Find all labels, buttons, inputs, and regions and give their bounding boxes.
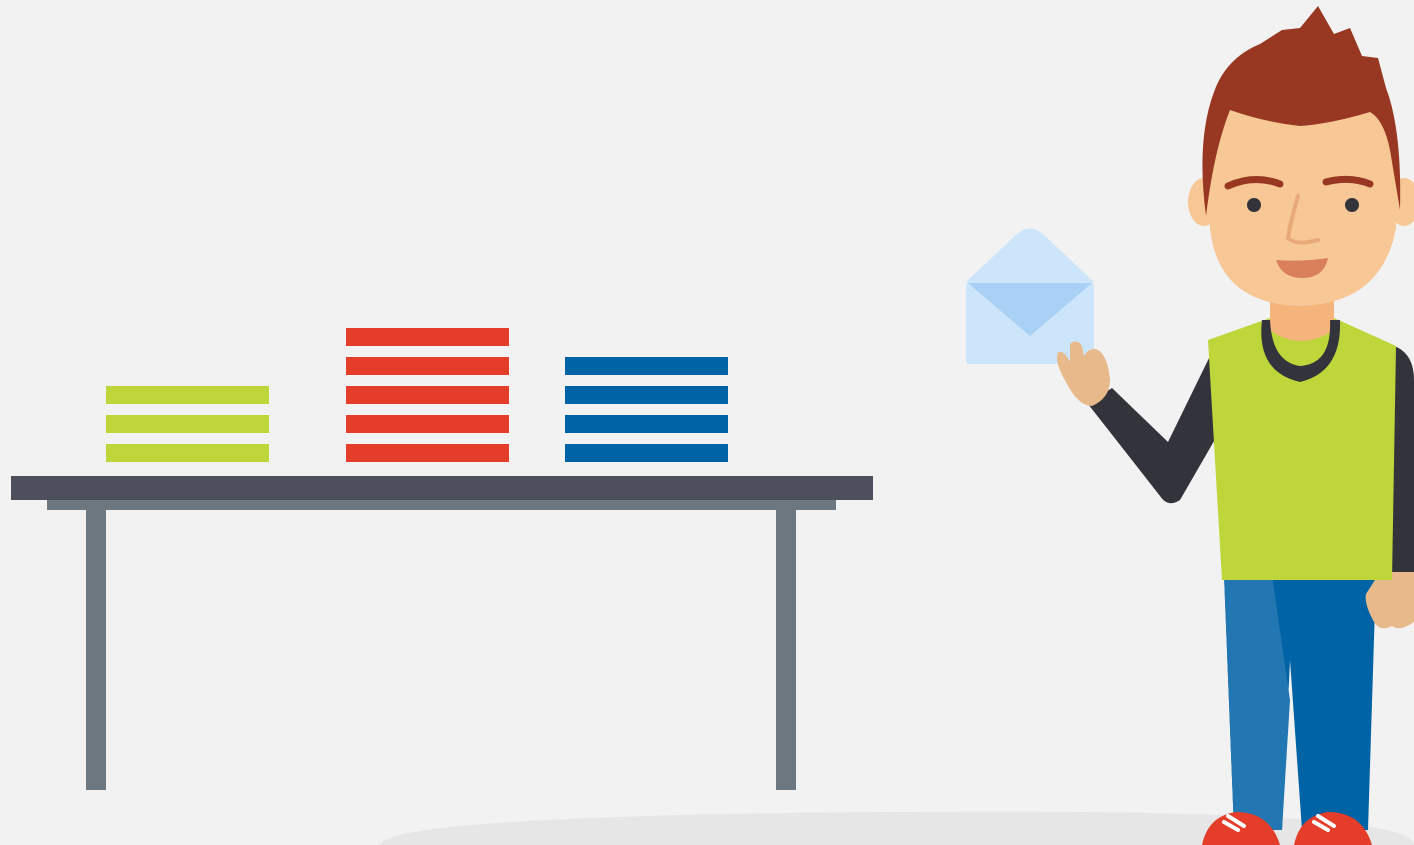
table-top xyxy=(11,476,873,500)
paper-sheet xyxy=(346,386,509,404)
neck xyxy=(1270,300,1334,341)
vest xyxy=(1208,318,1396,580)
paper-sheet xyxy=(346,415,509,433)
paper-sheet xyxy=(106,444,269,462)
table-leg-right xyxy=(776,510,796,790)
paper-sheet xyxy=(565,386,728,404)
paper-sheet xyxy=(565,357,728,375)
paper-sheet xyxy=(565,415,728,433)
paper-sheet xyxy=(346,444,509,462)
illustration xyxy=(0,0,1414,845)
table-apron xyxy=(47,500,836,510)
table-leg-left xyxy=(86,510,106,790)
paper-sheet xyxy=(106,386,269,404)
paper-sheet xyxy=(346,328,509,346)
paper-sheet xyxy=(565,444,728,462)
paper-stack-green xyxy=(106,386,269,462)
paper-sheet xyxy=(346,357,509,375)
paper-sheet xyxy=(106,415,269,433)
eye-right xyxy=(1345,198,1359,212)
eye-left xyxy=(1247,198,1261,212)
